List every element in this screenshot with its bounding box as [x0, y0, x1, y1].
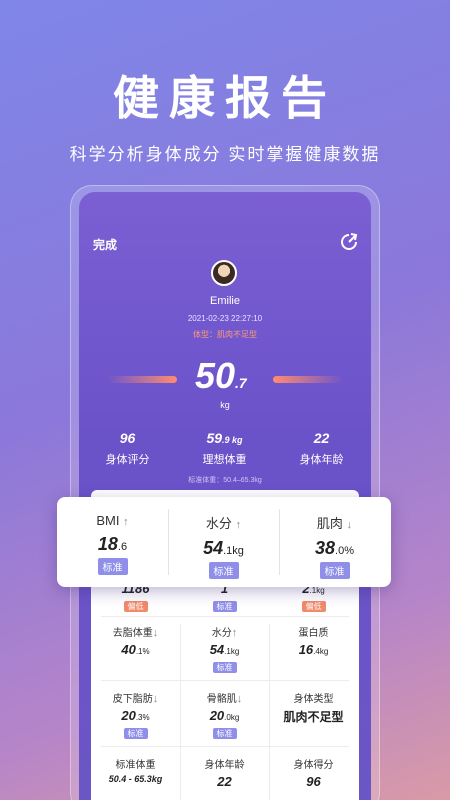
column-divider [269, 624, 270, 800]
standard-weight-line: 标准体重：50.4–65.3kg [188, 477, 262, 484]
metric-cell-skeletal-muscle[interactable]: 骨骼肌↓ 20.0kg 标准 [180, 690, 269, 741]
highlight-popup-card: BMI ↑ 18.6 标准 水分 ↑ 54.1kg 标准 肌肉 ↓ 38.0% … [57, 497, 391, 587]
status-badge: 标准 [97, 558, 128, 575]
arrow-down-icon: ↓ [346, 519, 353, 531]
weight-bar-left [107, 376, 177, 383]
row-divider [101, 616, 349, 617]
metric-cell-lean-mass[interactable]: 去脂体重↓ 40.1% [91, 624, 180, 657]
row-divider [101, 746, 349, 747]
report-datetime: 2021-02-23 22:27:10 [187, 314, 263, 323]
weight-unit: kg [220, 400, 230, 410]
weight-value: 50.7 [195, 355, 247, 396]
metric-cell-protein[interactable]: 蛋白质 16.4kg [269, 624, 358, 657]
popup-metric-bmi[interactable]: BMI ↑ 18.6 标准 [57, 497, 168, 587]
metric-cell-subcutaneous-fat[interactable]: 皮下脂肪↓ 20.3% 标准 [91, 690, 180, 741]
arrow-up-icon: ↑ [235, 519, 242, 531]
metric-cell-standard-weight[interactable]: 标准体重 50.4 - 65.3kg [91, 756, 180, 784]
metric-cell-body-type[interactable]: 身体类型 肌肉不足型 [269, 690, 358, 725]
app-screen: 完成 Emilie 2021-02-23 22:27:10 体型：肌肉不足型 5… [79, 192, 371, 800]
summary-score: 96 身体评分 [105, 430, 150, 466]
done-button[interactable]: 完成 [93, 236, 117, 253]
share-icon[interactable] [339, 232, 359, 252]
popup-metric-water[interactable]: 水分 ↑ 54.1kg 标准 [168, 497, 279, 587]
status-badge: 标准 [319, 562, 350, 579]
popup-metric-muscle[interactable]: 肌肉 ↓ 38.0% 标准 [279, 497, 390, 587]
row-divider [101, 680, 349, 681]
summary-ideal-weight: 59.9 kg 理想体重 [202, 430, 247, 466]
weight-bar-right [273, 376, 343, 383]
metric-cell-body-age[interactable]: 身体年龄 22 [180, 756, 269, 789]
user-name: Emilie [210, 295, 240, 307]
column-divider [180, 624, 181, 800]
body-type-line: 体型：肌肉不足型 [193, 330, 257, 339]
avatar[interactable] [211, 260, 237, 286]
arrow-up-icon: ↑ [123, 516, 129, 528]
summary-body-age: 22 身体年龄 [299, 430, 344, 466]
hero-subtitle: 科学分析身体成分 实时掌握健康数据 [69, 145, 381, 164]
metric-cell-body-score[interactable]: 身体得分 96 [269, 756, 358, 789]
hero-title: 健康报告 [113, 72, 337, 124]
status-badge: 标准 [208, 562, 239, 579]
metric-cell-water[interactable]: 水分↑ 54.1kg 标准 [180, 624, 269, 675]
